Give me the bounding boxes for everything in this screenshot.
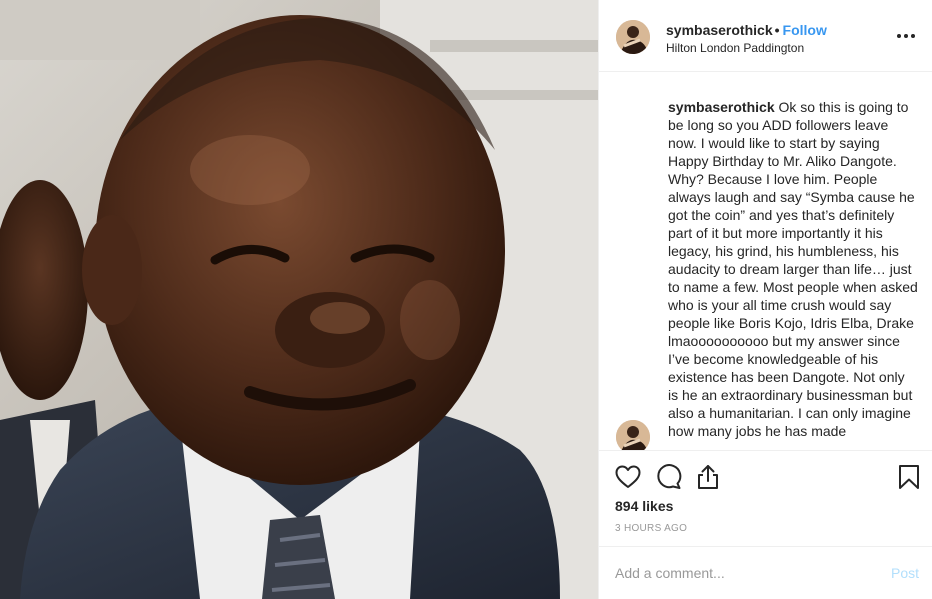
separator-dot: • — [774, 22, 780, 38]
header-line: symbaserothick • Follow — [666, 22, 827, 39]
follow-button[interactable]: Follow — [783, 22, 827, 38]
avatar-image — [616, 420, 650, 450]
caption-username[interactable]: symbaserothick — [668, 99, 775, 115]
heart-icon[interactable] — [614, 463, 642, 491]
caption-avatar[interactable] — [616, 420, 650, 450]
share-icon[interactable] — [694, 463, 722, 491]
caption-text: Ok so this is going to be long so you AD… — [668, 99, 918, 439]
caption: symbaserothick Ok so this is going to be… — [668, 98, 918, 440]
username-link[interactable]: symbaserothick — [666, 22, 773, 38]
header-text: symbaserothick • Follow Hilton London Padd… — [666, 22, 827, 56]
post-comment-button[interactable]: Post — [891, 565, 919, 581]
comments-section[interactable]: symbaserothick Ok so this is going to be… — [599, 72, 932, 450]
portrait-image — [0, 0, 598, 599]
location-link[interactable]: Hilton London Paddington — [666, 41, 827, 56]
comment-bar: Post — [599, 546, 932, 599]
comment-icon[interactable] — [655, 463, 683, 491]
post-header: symbaserothick • Follow Hilton London Padd… — [599, 0, 932, 72]
avatar-image — [616, 20, 650, 54]
likes-count[interactable]: 894 likes — [615, 498, 673, 514]
post-sidebar: symbaserothick • Follow Hilton London Padd… — [598, 0, 932, 599]
action-bar — [599, 450, 932, 504]
user-avatar[interactable] — [616, 20, 650, 54]
bookmark-icon[interactable] — [895, 463, 923, 491]
more-options-icon[interactable] — [893, 24, 919, 48]
post-timestamp[interactable]: 3 HOURS AGO — [615, 523, 687, 534]
post-photo[interactable] — [0, 0, 598, 599]
comment-input[interactable] — [615, 561, 865, 585]
